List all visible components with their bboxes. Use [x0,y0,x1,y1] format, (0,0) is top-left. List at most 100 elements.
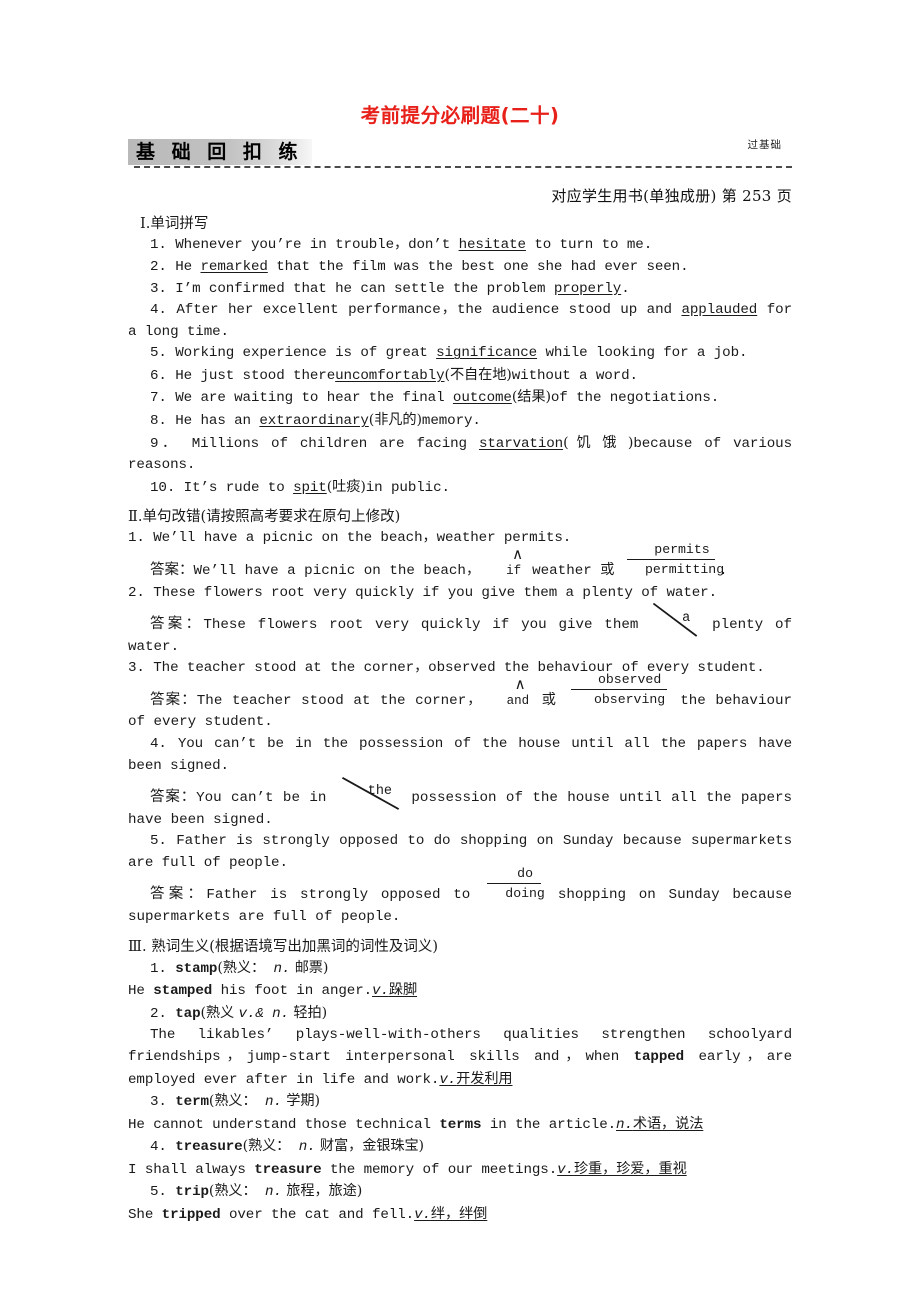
caret-icon: ∧ [514,674,526,693]
part-of-speech: n. [265,1184,282,1201]
answer-word: outcome [452,390,512,407]
s1-item-10: 10. It’s rude to spit(吐痰)in public. [150,478,450,496]
section-2-heading: Ⅱ.单句改错(请按照高考要求在原句上修改) [128,509,401,526]
s3-entry-3: 3. term(熟义： n. 学期) [150,1093,320,1111]
answer-pos: n. [616,1116,633,1133]
target-word: tripped [161,1207,221,1224]
s1-item-5: 5. Working experience is of great signif… [150,345,748,362]
section-1-heading: Ⅰ.单词拼写 [140,216,209,233]
s1-item-9: 9． Millions of children are facing starv… [128,434,793,474]
s3-entry-4: 4. treasure(熟义： n. 财富，金银珠宝) [150,1138,424,1156]
fraction-bar [570,688,667,690]
answer-pos: v. [372,983,389,1000]
s1-item-3: 3. I’m confirmed that he can settle the … [150,280,630,297]
s3-entry-5: 5. trip(熟义： n. 旅程，旅途) [150,1183,363,1201]
headword: tap [175,1005,201,1022]
original-word: observing [593,691,666,707]
answer-label: 答案： [150,616,204,633]
page-title: 考前提分必刷题(二十) [360,104,560,127]
banner-block: 基 础 回 扣 练 [128,139,313,166]
replacement-fraction: observed observing [567,672,671,707]
target-word: stamped [153,983,213,1000]
s2-question-3: 3. The teacher stood at the corner，obser… [128,660,765,677]
deletion-mark: a [650,602,700,637]
s2-question-4: 4. You can’t be in the possession of the… [128,736,792,774]
answer-word: uncomfortably [335,367,445,384]
headword: stamp [175,960,218,977]
answer-word: significance [436,345,538,362]
s1-item-6: 6. He just stood thereuncomfortably(不自在地… [150,366,638,384]
chinese-gloss: ( 饥 饿 ) [563,434,634,451]
answer-word: applauded [681,302,758,319]
headword: treasure [175,1139,243,1156]
answer-sense: 跺脚 [388,982,418,999]
s2-answer-3: 答案：The teacher stood at the corner， ∧ and 或… [128,671,792,731]
target-word: treasure [254,1161,322,1178]
s2-question-2: 2. These flowers root very quickly if yo… [128,584,717,601]
book-reference: 对应学生用书(单独成册) 第 253 页 [551,187,792,206]
s1-item-2: 2. He remarked that the film was the bes… [150,259,689,275]
chinese-gloss: (不自在地) [444,366,512,383]
replacement-word: permits [654,541,710,557]
chinese-gloss: (吐痰) [326,478,366,495]
deletion-mark: the [336,777,402,810]
chinese-gloss: (非凡的) [368,412,422,429]
s2-answer-5: 答案：Father is strongly opposed to do doing… [128,866,793,926]
or-label: 或 [540,691,557,708]
answer-word: remarked [200,259,268,275]
part-of-speech: n. [298,1139,316,1156]
chinese-gloss: (结果) [511,389,551,406]
part-of-speech: n. [273,960,291,977]
answer-label: 答案： [150,789,197,806]
answer-word: properly [553,280,622,297]
s2-answer-4: 答案：You can’t be in the possession of the… [128,777,792,831]
answer-pos: v. [439,1071,457,1088]
insertion-mark: ∧ if [480,546,532,577]
answer-word: hesitate [458,237,526,254]
part-of-speech: v.& n. [238,1005,290,1022]
s3-sentence-5: She tripped over the cat and fell.v.绊，绊倒 [128,1206,488,1224]
part-of-speech: n. [265,1094,282,1111]
replacement-word: do [517,866,533,882]
page-content: 考前提分必刷题(二十) 基 础 回 扣 练 过基础 对应学生用书(单独成册) 第… [128,88,792,1227]
answer-word: extraordinary [259,413,369,430]
original-word: doing [505,886,545,902]
headword: term [175,1094,209,1111]
s2-question-5: 5. Father is strongly opposed to do shop… [128,833,792,871]
answer-label: 答案： [150,561,194,578]
answer-sense: 珍重，珍爱，重视 [573,1160,687,1177]
fraction-bar [626,558,715,560]
s2-answer-1: 答案：We’ll have a picnic on the beach， ∧ if w… [150,541,728,579]
answer-word: spit [293,479,327,496]
section-3-heading: Ⅲ. 熟词生义(根据语境写出加黑词的词性及词义) [128,938,439,955]
banner-dashed-rule [134,166,792,169]
deleted-word: a [682,611,691,627]
section-banner: 基 础 回 扣 练 过基础 [128,135,792,175]
target-word: terms [439,1116,482,1133]
s1-item-4: 4. After her excellent performance，the a… [128,302,792,340]
replacement-fraction: do doing [483,867,545,902]
s1-item-8: 8. He has an extraordinary(非凡的)memory. [150,412,481,430]
answer-label: 答案： [150,691,197,708]
answer-sense: 开发利用 [456,1070,513,1087]
replacement-fraction: permits permitting [623,543,724,576]
worksheet-page: 考前提分必刷题(二十) 基 础 回 扣 练 过基础 对应学生用书(单独成册) 第… [0,0,920,1302]
s3-sentence-3: He cannot understand those technical ter… [128,1115,704,1133]
answer-sense: 术语，说法 [632,1115,704,1132]
banner-label: 基 础 回 扣 练 [136,140,303,163]
answer-label: 答案： [150,886,207,903]
s3-entry-1: 1. stamp(熟义： n. 邮票) [150,959,329,977]
s3-sentence-4: I shall always treasure the memory of ou… [128,1160,687,1178]
inserted-word: and [506,693,530,708]
answer-pos: v. [557,1161,574,1178]
s2-answer-2: 答案：These flowers root very quickly if yo… [128,602,792,658]
or-label: 或 [600,561,615,578]
s1-item-7: 7. We are waiting to hear the final outc… [150,389,720,407]
s1-item-1: 1. Whenever you’re in trouble，don’t hesi… [150,237,653,254]
s3-entry-2: 2. tap(熟义 v.& n. 轻拍) [150,1004,328,1022]
replacement-word: observed [597,671,662,687]
target-word: tapped [633,1048,685,1065]
answer-word: starvation [478,435,564,452]
insertion-mark: ∧ and [483,676,541,707]
caret-icon: ∧ [512,544,524,563]
